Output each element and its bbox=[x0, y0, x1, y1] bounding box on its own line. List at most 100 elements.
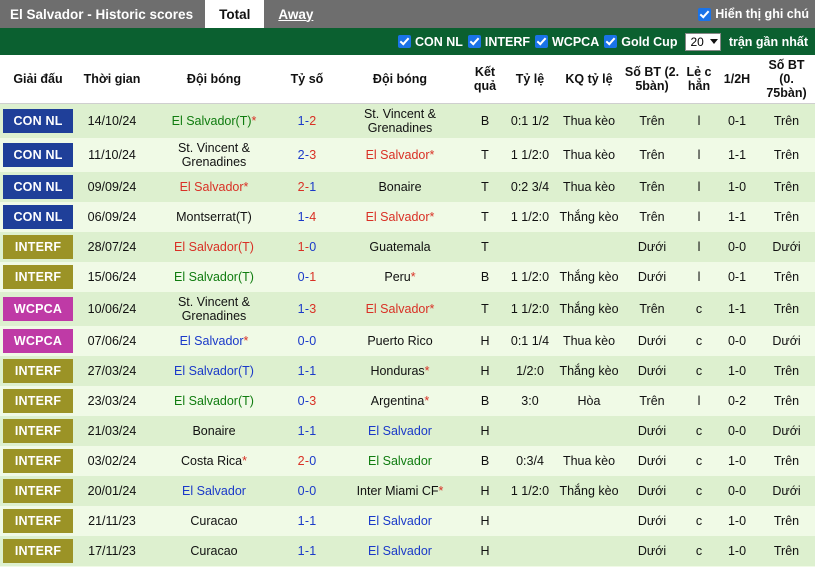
table-row[interactable]: INTERF 17/11/23 Curacao 1-1 El Salvador H Dưới… bbox=[0, 536, 815, 566]
league-badge-label: CON NL bbox=[3, 205, 73, 229]
handicap-result: Thua kèo bbox=[556, 326, 622, 356]
col-header-league[interactable]: Giải đấu bbox=[0, 55, 76, 104]
away-team-text: Puerto Rico bbox=[367, 334, 433, 348]
over-under-075: Trên bbox=[758, 386, 815, 416]
over-under-075: Trên bbox=[758, 103, 815, 138]
home-score: 1 bbox=[297, 114, 305, 128]
league-badge[interactable]: INTERF bbox=[0, 476, 76, 506]
col-header-handicap[interactable]: Tỷ lệ bbox=[504, 55, 556, 104]
table-row[interactable]: INTERF 21/03/24 Bonaire 1-1 El Salvador H Dưới… bbox=[0, 416, 815, 446]
over-under-075: Trên bbox=[758, 202, 815, 232]
home-team-text: St. Vincent & Grenadines bbox=[177, 295, 251, 323]
match-score: 0-0 bbox=[280, 326, 334, 356]
table-row[interactable]: CON NL 09/09/24 El Salvador* 2-1 Bonaire T 0:2… bbox=[0, 172, 815, 202]
handicap-result: Thắng kèo bbox=[556, 356, 622, 386]
odd-even: l bbox=[682, 202, 716, 232]
col-header-away-team[interactable]: Đội bóng bbox=[334, 55, 466, 104]
match-date: 27/03/24 bbox=[76, 356, 148, 386]
home-score: 2 bbox=[297, 180, 305, 194]
tab-away[interactable]: Away bbox=[264, 0, 327, 28]
league-badge[interactable]: INTERF bbox=[0, 446, 76, 476]
table-row[interactable]: CON NL 11/10/24 St. Vincent & Grenadines 2-… bbox=[0, 138, 815, 172]
half-time-score: 0-1 bbox=[716, 103, 758, 138]
over-under-075: Trên bbox=[758, 536, 815, 566]
filter-wcpca-checkbox[interactable] bbox=[535, 35, 548, 48]
col-header-half-time[interactable]: 1/2H bbox=[716, 55, 758, 104]
col-header-home-team[interactable]: Đội bóng bbox=[148, 55, 280, 104]
league-badge[interactable]: INTERF bbox=[0, 232, 76, 262]
league-badge[interactable]: CON NL bbox=[0, 202, 76, 232]
show-notes-checkbox[interactable] bbox=[698, 7, 712, 21]
league-badge[interactable]: CON NL bbox=[0, 138, 76, 172]
league-badge[interactable]: CON NL bbox=[0, 103, 76, 138]
over-under-25: Dưới bbox=[622, 326, 682, 356]
filter-con-nl-checkbox[interactable] bbox=[397, 35, 411, 48]
table-row[interactable]: CON NL 14/10/24 El Salvador(T)* 1-2 St. Vinc… bbox=[0, 103, 815, 138]
handicap-result: Hòa bbox=[556, 386, 622, 416]
half-time-score: 1-1 bbox=[716, 292, 758, 326]
table-row[interactable]: CON NL 06/09/24 Montserrat(T) 1-4 El Salvado… bbox=[0, 202, 815, 232]
col-header-odd-even[interactable]: Lẻ c hẳn bbox=[682, 55, 716, 104]
match-date: 23/03/24 bbox=[76, 386, 148, 416]
handicap-result: Thua kèo bbox=[556, 446, 622, 476]
home-advantage-star: * bbox=[424, 364, 430, 378]
league-badge[interactable]: INTERF bbox=[0, 262, 76, 292]
match-score: 1-4 bbox=[280, 202, 334, 232]
table-row[interactable]: INTERF 21/11/23 Curacao 1-1 El Salvador H Dưới… bbox=[0, 506, 815, 536]
col-header-ou-25[interactable]: Số BT (2. 5bàn) bbox=[622, 55, 682, 104]
filter-interf[interactable]: INTERF bbox=[467, 35, 530, 49]
league-badge[interactable]: INTERF bbox=[0, 356, 76, 386]
odd-even: c bbox=[682, 356, 716, 386]
handicap-result bbox=[556, 232, 622, 262]
table-row[interactable]: INTERF 27/03/24 El Salvador(T) 1-1 Honduras*… bbox=[0, 356, 815, 386]
league-badge[interactable]: INTERF bbox=[0, 416, 76, 446]
col-header-handicap-result[interactable]: KQ tỷ lệ bbox=[556, 55, 622, 104]
table-row[interactable]: WCPCA 10/06/24 St. Vincent & Grenadines 1-3… bbox=[0, 292, 815, 326]
away-score: 1 bbox=[309, 364, 317, 378]
historic-scores-page: El Salvador - Historic scores Total Away… bbox=[0, 0, 815, 567]
table-row[interactable]: INTERF 23/03/24 El Salvador(T) 0-3 Argentina… bbox=[0, 386, 815, 416]
away-team-text: Inter Miami CF bbox=[356, 484, 439, 498]
result-letter: H bbox=[466, 476, 504, 506]
league-badge[interactable]: WCPCA bbox=[0, 292, 76, 326]
match-date: 20/01/24 bbox=[76, 476, 148, 506]
table-row[interactable]: INTERF 15/06/24 El Salvador(T) 0-1 Peru* B 1 1… bbox=[0, 262, 815, 292]
odd-even: c bbox=[682, 506, 716, 536]
show-notes-toggle[interactable]: Hiển thị ghi chú bbox=[698, 0, 815, 28]
league-badge[interactable]: INTERF bbox=[0, 386, 76, 416]
col-header-ou-075[interactable]: Số BT (0. 75bàn) bbox=[758, 55, 815, 104]
away-team-text: Guatemala bbox=[369, 240, 431, 254]
result-letter: H bbox=[466, 506, 504, 536]
home-advantage-star: * bbox=[410, 270, 416, 284]
match-count-select[interactable]: 20 bbox=[685, 32, 721, 51]
table-row[interactable]: WCPCA 07/06/24 El Salvador* 0-0 Puerto Rico H… bbox=[0, 326, 815, 356]
match-date: 06/09/24 bbox=[76, 202, 148, 232]
filter-wcpca[interactable]: WCPCA bbox=[535, 35, 599, 49]
league-badge[interactable]: INTERF bbox=[0, 536, 76, 566]
league-badge[interactable]: INTERF bbox=[0, 506, 76, 536]
away-score: 1 bbox=[309, 180, 317, 194]
match-score: 1-1 bbox=[280, 536, 334, 566]
result-letter: T bbox=[466, 292, 504, 326]
away-score: 4 bbox=[309, 210, 317, 224]
league-badge[interactable]: CON NL bbox=[0, 172, 76, 202]
match-score: 2-1 bbox=[280, 172, 334, 202]
col-header-result[interactable]: Kết quả bbox=[466, 55, 504, 104]
col-header-score[interactable]: Tỷ số bbox=[280, 55, 334, 104]
away-team: El Salvador bbox=[334, 536, 466, 566]
league-badge-label: INTERF bbox=[3, 265, 73, 289]
tab-total[interactable]: Total bbox=[205, 0, 265, 28]
home-team-text: St. Vincent & Grenadines bbox=[177, 141, 251, 169]
filter-interf-checkbox[interactable] bbox=[467, 35, 481, 48]
table-row[interactable]: INTERF 20/01/24 El Salvador 0-0 Inter Miami … bbox=[0, 476, 815, 506]
home-team-text: El Salvador bbox=[182, 484, 246, 498]
league-badge[interactable]: WCPCA bbox=[0, 326, 76, 356]
filter-gold-cup-checkbox[interactable] bbox=[604, 35, 618, 48]
table-row[interactable]: INTERF 03/02/24 Costa Rica* 2-0 El Salvador B… bbox=[0, 446, 815, 476]
filter-con-nl[interactable]: CON NL bbox=[397, 35, 463, 49]
table-row[interactable]: INTERF 28/07/24 El Salvador(T) 1-0 Guatemala… bbox=[0, 232, 815, 262]
filter-gold-cup[interactable]: Gold Cup bbox=[604, 35, 677, 49]
col-header-time[interactable]: Thời gian bbox=[76, 55, 148, 104]
away-score: 3 bbox=[309, 148, 317, 162]
home-advantage-star: * bbox=[438, 484, 444, 498]
